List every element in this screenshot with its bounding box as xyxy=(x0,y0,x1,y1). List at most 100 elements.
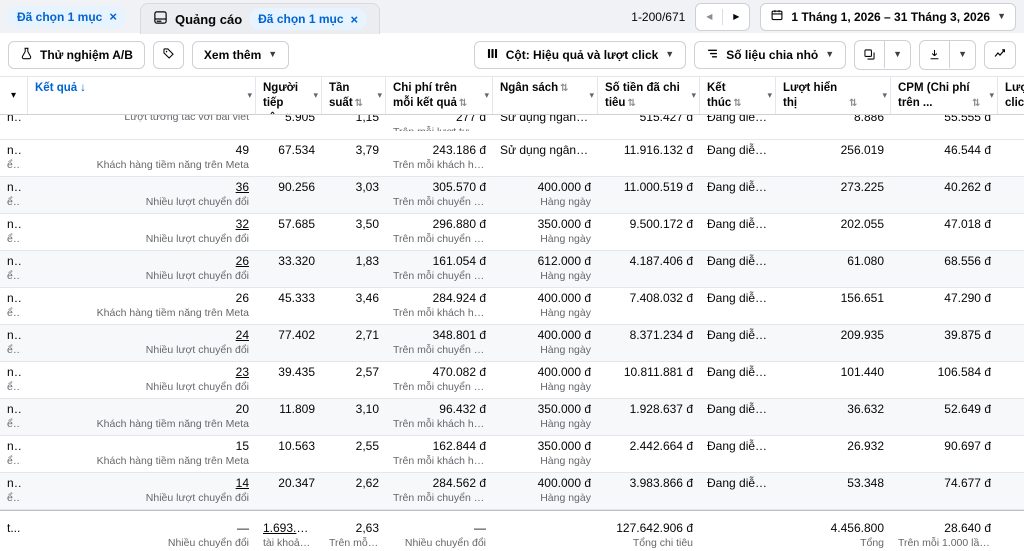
table-row[interactable]: n... ển ... 32 Nhiều lượt chuyển đổi 57.… xyxy=(0,214,1024,251)
chevron-down-icon[interactable]: ▾ xyxy=(882,90,887,102)
date-range-picker[interactable]: 1 Tháng 1, 2026 – 31 Tháng 3, 2026 ▼ xyxy=(760,3,1016,31)
cell-summary-name: t... xyxy=(0,518,28,551)
cell-luot-click xyxy=(998,214,1024,250)
breakdown-button[interactable]: Số liệu chia nhỏ ▼ xyxy=(694,41,846,69)
cell-summary-ngan-sach xyxy=(493,518,598,551)
table-row[interactable]: n... ển ... 26 Khách hàng tiềm năng trên… xyxy=(0,288,1024,325)
table-row[interactable]: n... ển ... 49 Khách hàng tiềm năng trên… xyxy=(0,140,1024,177)
result-value[interactable]: 49 xyxy=(35,143,249,158)
cell-chi-phi: 243.186 đ Trên mỗi khách hàn... xyxy=(386,140,493,176)
column-header-luot-click[interactable]: Lượt click xyxy=(998,77,1024,114)
column-header-ket-qua[interactable]: Kết quả↓ ▾ xyxy=(28,77,256,114)
table-row[interactable]: n... ển ... 23 Nhiều lượt chuyển đổi 39.… xyxy=(0,362,1024,399)
cell-nguoi-tiep-can: 90.256 xyxy=(256,177,322,213)
result-value[interactable]: 15 xyxy=(35,439,249,454)
column-header-ngan-sach[interactable]: Ngân sách⇅ ▾ xyxy=(493,77,598,114)
download-button[interactable] xyxy=(920,41,949,69)
tab-quang-cao[interactable]: Quảng cáo Đã chọn 1 mục × xyxy=(140,3,380,34)
column-header-chi-tieu[interactable]: Số tiền đã chi tiêu⇅ ▾ xyxy=(598,77,700,114)
ab-test-label: Thử nghiệm A/B xyxy=(40,48,133,62)
chevron-down-icon[interactable]: ▾ xyxy=(589,90,594,102)
see-more-button[interactable]: Xem thêm ▼ xyxy=(192,41,289,69)
column-header-tan-suat[interactable]: Tần suất⇅ ▾ xyxy=(322,77,386,114)
previous-page-button[interactable]: ◀ xyxy=(696,4,722,30)
chevron-down-icon[interactable]: ▾ xyxy=(377,90,382,102)
select-all-header[interactable]: ▾ xyxy=(0,77,28,114)
result-value[interactable]: 14 xyxy=(35,476,249,491)
breakdown-label: Số liệu chia nhỏ xyxy=(726,48,818,62)
column-header-nguoi-tiep-can[interactable]: Người tiếp cận⇅ ▾ xyxy=(256,77,322,114)
result-value[interactable]: 20 xyxy=(35,402,249,417)
budget-value: 400.000 đ xyxy=(500,180,591,195)
chevron-down-icon[interactable]: ▾ xyxy=(691,90,696,102)
charts-button[interactable] xyxy=(984,41,1016,69)
header-label: Ngân sách xyxy=(500,82,558,94)
result-value[interactable]: 36 xyxy=(35,180,249,195)
table-row[interactable]: n... Lượt tương tác với bài viết 5.905 1… xyxy=(0,115,1024,140)
impressions-value: 273.225 xyxy=(783,180,884,195)
result-value[interactable]: 24 xyxy=(35,328,249,343)
chevron-down-icon[interactable]: ▼ xyxy=(950,41,975,69)
result-value[interactable]: 26 xyxy=(35,254,249,269)
close-icon[interactable]: × xyxy=(351,13,359,26)
cell-luot-hien-thi: 202.055 xyxy=(776,214,891,250)
cpm-value: 52.649 đ xyxy=(898,402,991,417)
cell-tan-suat: 2,57 xyxy=(322,362,386,398)
budget-type-label: Hàng ngày xyxy=(500,343,591,357)
cell-luot-click xyxy=(998,115,1024,131)
chevron-down-icon[interactable]: ▾ xyxy=(313,90,318,102)
frequency-value: 3,50 xyxy=(329,217,379,232)
cell-ket-thuc: Đang diễn ra xyxy=(700,288,776,324)
end-status-value: Đang diễn ra xyxy=(707,328,769,343)
table-row[interactable]: n... ển ... 26 Nhiều lượt chuyển đổi 33.… xyxy=(0,251,1024,288)
chevron-down-icon[interactable]: ▾ xyxy=(989,90,994,102)
table-row[interactable]: n... ển ... 36 Nhiều lượt chuyển đổi 90.… xyxy=(0,177,1024,214)
cell-summary-ket-qua: — Nhiều chuyển đổi xyxy=(28,518,256,551)
cell-luot-click xyxy=(998,177,1024,213)
table-row[interactable]: n... ển ... 20 Khách hàng tiềm năng trên… xyxy=(0,399,1024,436)
table-row[interactable]: n... ển ... 24 Nhiều lượt chuyển đổi 77.… xyxy=(0,325,1024,362)
cpm-value: 106.584 đ xyxy=(898,365,991,380)
cell-luot-hien-thi: 36.632 xyxy=(776,399,891,435)
cell-luot-hien-thi: 26.932 xyxy=(776,436,891,472)
column-header-cpm[interactable]: CPM (Chi phí trên ...⇅ ▾ xyxy=(891,77,998,114)
duplicate-button[interactable] xyxy=(855,41,884,69)
tag-button[interactable] xyxy=(153,41,184,69)
cell-nguoi-tiep-can: 5.905 xyxy=(256,115,322,131)
result-value[interactable]: 32 xyxy=(35,217,249,232)
cell-ngan-sach: 400.000 đ Hàng ngày xyxy=(493,288,598,324)
ab-test-button[interactable]: Thử nghiệm A/B xyxy=(8,41,145,69)
chevron-down-icon: ▼ xyxy=(665,50,674,59)
selected-count-chip-ads[interactable]: Đã chọn 1 mục × xyxy=(249,8,367,30)
selected-count-chip-campaign[interactable]: Đã chọn 1 mục × xyxy=(8,6,126,28)
header-label: CPM (Chi phí trên ... xyxy=(898,81,970,111)
column-header-chi-phi[interactable]: Chi phí trên mỗi kết quả⇅ ▾ xyxy=(386,77,493,114)
header-label: Kết quả xyxy=(35,82,77,94)
cell-luot-click xyxy=(998,140,1024,176)
summary-cost-value: — xyxy=(393,521,486,536)
cell-ngan-sach: 612.000 đ Hàng ngày xyxy=(493,251,598,287)
close-icon[interactable]: × xyxy=(109,10,117,23)
result-value[interactable]: 23 xyxy=(35,365,249,380)
cpm-value: 90.697 đ xyxy=(898,439,991,454)
chevron-down-icon[interactable]: ▼ xyxy=(885,41,910,69)
cell-luot-click xyxy=(998,473,1024,509)
columns-button[interactable]: Cột: Hiệu quả và lượt click ▼ xyxy=(474,41,687,69)
column-header-luot-hien-thi[interactable]: Lượt hiển thị⇅ ▾ xyxy=(776,77,891,114)
budget-value: 400.000 đ xyxy=(500,291,591,306)
table-row[interactable]: n... ển ... 14 Nhiều lượt chuyển đổi 20.… xyxy=(0,473,1024,510)
summary-reach-value[interactable]: 1.693.998 xyxy=(263,521,315,536)
cell-chi-tieu: 10.811.881 đ xyxy=(598,362,700,398)
sort-icon: ⇅ xyxy=(733,98,741,109)
result-value[interactable]: 26 xyxy=(35,291,249,306)
next-page-button[interactable]: ▶ xyxy=(723,4,749,30)
chevron-down-icon[interactable]: ▾ xyxy=(247,90,252,102)
budget-type-label: Hàng ngày xyxy=(500,269,591,283)
column-header-ket-thuc[interactable]: Kết thúc⇅ ▾ xyxy=(700,77,776,114)
chevron-down-icon[interactable]: ▾ xyxy=(767,90,772,102)
chevron-down-icon[interactable]: ▾ xyxy=(484,90,489,102)
cell-summary-ket-thuc xyxy=(700,518,776,551)
table-row[interactable]: n... ển ... 15 Khách hàng tiềm năng trên… xyxy=(0,436,1024,473)
cell-tan-suat: 2,55 xyxy=(322,436,386,472)
cell-ngan-sach: 350.000 đ Hàng ngày xyxy=(493,399,598,435)
